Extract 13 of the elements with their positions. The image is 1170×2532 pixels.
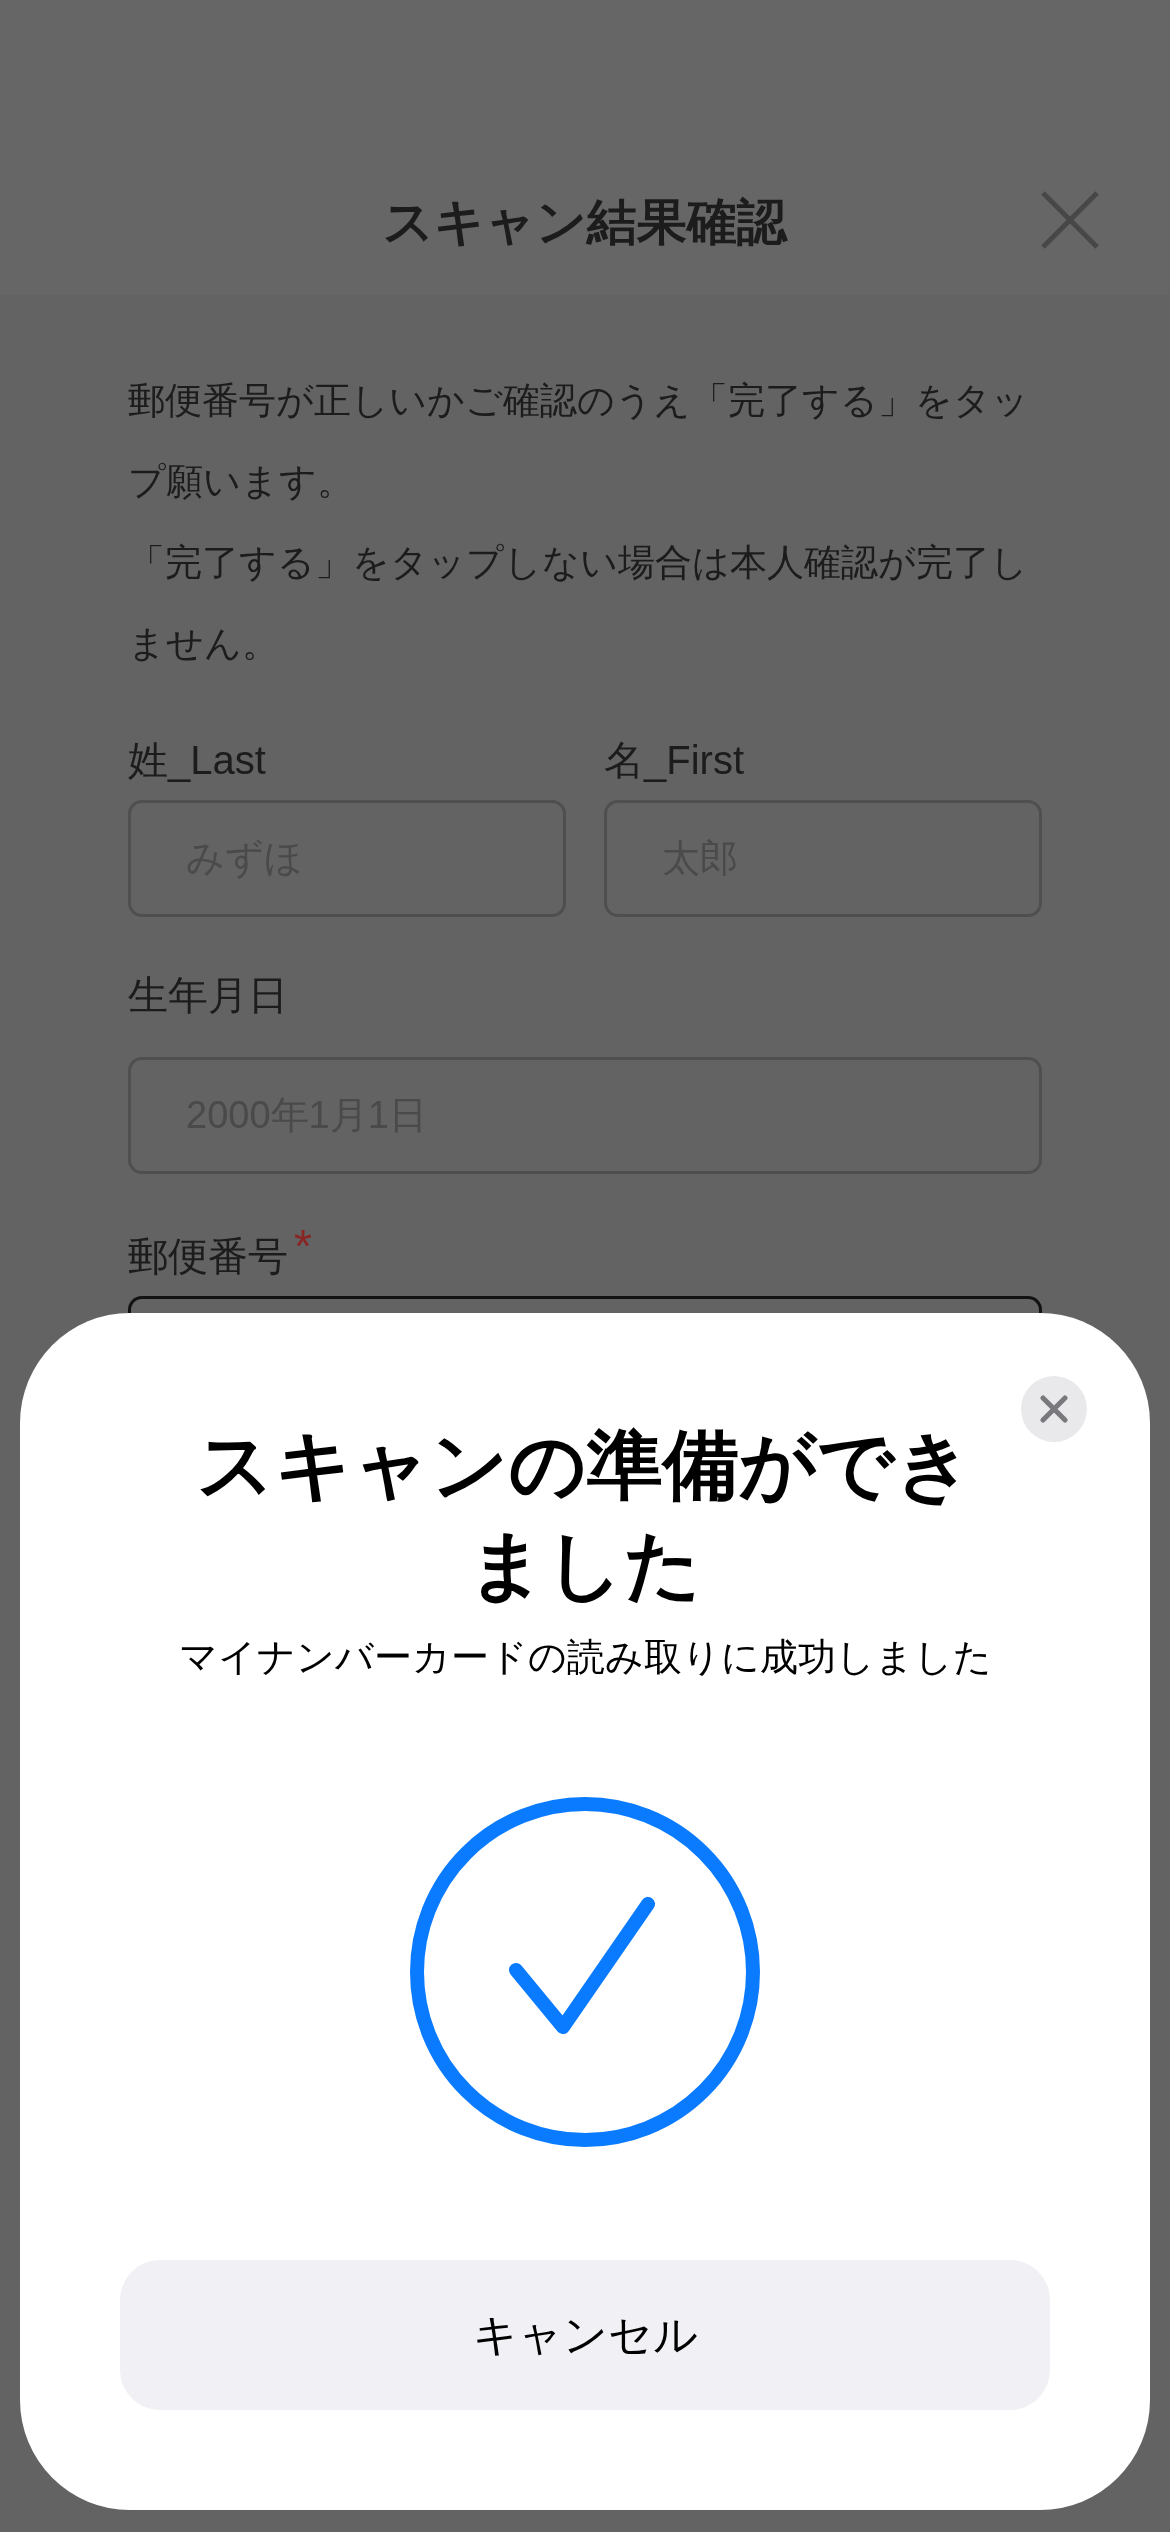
close-icon[interactable] — [1040, 190, 1100, 250]
field-label: 姓_Last — [128, 737, 267, 784]
required-mark: * — [294, 1226, 312, 1266]
sheet-subtitle: マイナンバーカードの読み取りに成功しました — [178, 1635, 992, 1680]
sheet-title: スキャンの準備ができました — [196, 1421, 974, 1609]
field-label: 生年月日 — [128, 972, 289, 1019]
instruction-text: 「完了する」をタップしない場合は本人確認が完了しません。 — [128, 541, 1029, 666]
cancel-button[interactable]: キャンセル — [120, 2260, 1050, 2410]
instruction-text: 郵便番号が正しいかご確認のうえ「完了する」をタップ願います。 — [128, 379, 1030, 504]
field-label: 名_First — [604, 737, 745, 784]
page-title: スキャン結果確認 — [383, 192, 787, 252]
field-label: 郵便番号 — [128, 1233, 288, 1280]
close-icon — [1040, 1395, 1068, 1423]
